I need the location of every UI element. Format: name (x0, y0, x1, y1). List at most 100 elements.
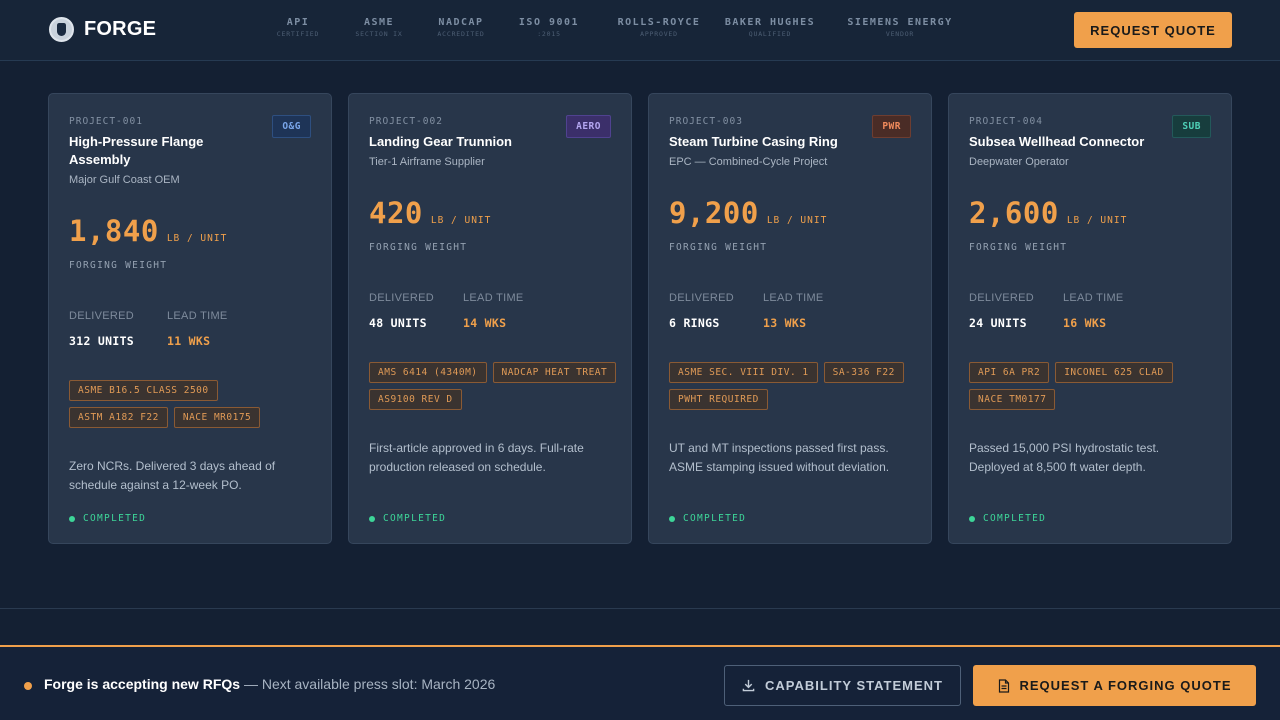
availability-detail: — Next available press slot: March 2026 (243, 676, 496, 692)
spec-chip: SA-336 F22 (823, 362, 904, 383)
cert-name: BAKER HUGHES (724, 17, 816, 28)
project-id: PROJECT-002 (369, 116, 443, 127)
cert-sub: SECTION IX (355, 30, 403, 38)
lead-time-value: 13 WKS (763, 316, 807, 330)
project-card[interactable]: PROJECT-002 AERO Landing Gear Trunnion T… (348, 93, 632, 544)
weight-unit: LB / UNIT (766, 215, 828, 226)
weight-unit: LB / UNIT (166, 233, 228, 244)
project-status: COMPLETED (969, 513, 1046, 524)
spec-list: ASME SEC. VIII DIV. 1 SA-336 F22 PWHT RE… (669, 362, 917, 410)
spec-chip: PWHT REQUIRED (669, 389, 768, 410)
cert-baker-hughes: BAKER HUGHES QUALIFIED (725, 17, 815, 38)
project-status: COMPLETED (69, 513, 146, 524)
forging-weight: 1,840 LB / UNIT (69, 214, 227, 248)
capability-statement-button[interactable]: CAPABILITY STATEMENT (724, 665, 961, 706)
lead-time-value: 11 WKS (167, 334, 211, 348)
lead-time-label: LEAD TIME (463, 292, 524, 304)
delivered-value: 48 UNITS (369, 316, 427, 330)
spec-chip: INCONEL 625 CLAD (1055, 362, 1173, 383)
project-status: COMPLETED (669, 513, 746, 524)
cert-asme: ASME SECTION IX (355, 17, 402, 38)
spec-list: AMS 6414 (4340M) NADCAP HEAT TREAT AS910… (369, 362, 617, 410)
project-card[interactable]: PROJECT-003 PWR Steam Turbine Casing Rin… (648, 93, 932, 544)
delivered-label: DELIVERED (369, 292, 435, 304)
cert-name: ISO 9001 (518, 17, 580, 28)
project-title: Landing Gear Trunnion (369, 134, 512, 149)
cert-sub: :2015 (537, 30, 561, 38)
project-card[interactable]: PROJECT-001 O&G High-Pressure Flange Ass… (48, 93, 332, 544)
cert-rolls-royce: ROLLS-ROYCE APPROVED (618, 17, 701, 38)
project-note: Passed 15,000 PSI hydrostatic test. Depl… (969, 441, 1160, 474)
availability-headline: Forge is accepting new RFQs (44, 676, 241, 692)
status-text: COMPLETED (383, 513, 447, 524)
industry-tag: O&G (272, 115, 311, 138)
delivered-value: 24 UNITS (969, 316, 1027, 330)
cert-name: ASME (363, 17, 395, 28)
lead-time-label: LEAD TIME (167, 310, 228, 322)
status-dot-icon (369, 515, 375, 522)
project-cards: PROJECT-001 O&G High-Pressure Flange Ass… (48, 93, 1232, 544)
cert-sub: APPROVED (640, 30, 678, 38)
spec-list: API 6A PR2 INCONEL 625 CLAD NACE TM0177 (969, 362, 1217, 410)
lead-time-value: 16 WKS (1063, 316, 1107, 330)
spec-chip: AS9100 REV D (369, 389, 462, 410)
weight-label: FORGING WEIGHT (69, 260, 168, 271)
cert-nadcap: NADCAP ACCREDITED (437, 17, 484, 38)
delivered-label: DELIVERED (969, 292, 1035, 304)
spec-chip: ASTM A182 F22 (69, 407, 168, 428)
weight-value: 2,600 (969, 196, 1059, 230)
status-dot-icon (69, 515, 75, 522)
project-client: Major Gulf Coast OEM (69, 174, 180, 186)
delivered-label: DELIVERED (669, 292, 735, 304)
industry-tag: AERO (566, 115, 611, 138)
project-id: PROJECT-003 (669, 116, 743, 127)
weight-value: 1,840 (69, 214, 159, 248)
cert-name: NADCAP (438, 17, 484, 28)
project-note: First-article approved in 6 days. Full-r… (369, 441, 584, 474)
cert-name: SIEMENS ENERGY (847, 17, 953, 28)
weight-value: 9,200 (669, 196, 759, 230)
section-divider (0, 608, 1280, 609)
lead-time-label: LEAD TIME (763, 292, 824, 304)
industry-tag: PWR (872, 115, 911, 138)
project-id: PROJECT-004 (969, 116, 1043, 127)
rfq-footer-bar: Forge is accepting new RFQs — Next avail… (0, 645, 1280, 720)
project-client: Tier-1 Airframe Supplier (369, 156, 485, 168)
lead-time-label: LEAD TIME (1063, 292, 1124, 304)
weight-unit: LB / UNIT (430, 215, 492, 226)
lead-time-value: 14 WKS (463, 316, 507, 330)
spec-chip: NACE MR0175 (173, 407, 261, 428)
project-id: PROJECT-001 (69, 116, 143, 127)
spec-chip: AMS 6414 (4340M) (369, 362, 487, 383)
status-dot-icon (969, 515, 975, 522)
request-quote-button[interactable]: REQUEST QUOTE (1074, 12, 1232, 48)
weight-label: FORGING WEIGHT (369, 242, 468, 253)
spec-chip: API 6A PR2 (969, 362, 1050, 383)
weight-value: 420 (369, 196, 423, 230)
spec-chip: ASME B16.5 CLASS 2500 (69, 380, 218, 401)
project-card[interactable]: PROJECT-004 SUB Subsea Wellhead Connecto… (948, 93, 1232, 544)
cert-sub: VENDOR (885, 30, 915, 38)
status-dot-icon (669, 515, 675, 522)
cert-sub: QUALIFIED (748, 30, 792, 38)
project-title: High-Pressure Flange Assembly (69, 134, 204, 167)
availability-message: Forge is accepting new RFQs — Next avail… (44, 676, 495, 692)
project-note: UT and MT inspections passed first pass.… (669, 441, 890, 474)
status-text: COMPLETED (683, 513, 747, 524)
project-note: Zero NCRs. Delivered 3 days ahead of sch… (69, 459, 276, 492)
cert-sub: ACCREDITED (437, 30, 485, 38)
project-client: Deepwater Operator (969, 156, 1069, 168)
spec-chip: ASME SEC. VIII DIV. 1 (669, 362, 818, 383)
weight-label: FORGING WEIGHT (969, 242, 1068, 253)
project-client: EPC — Combined-Cycle Project (669, 156, 828, 168)
status-text: COMPLETED (983, 513, 1047, 524)
weight-unit: LB / UNIT (1066, 215, 1128, 226)
spec-chip: NACE TM0177 (969, 389, 1056, 410)
spec-chip: NADCAP HEAT TREAT (492, 362, 617, 383)
spec-list: ASME B16.5 CLASS 2500 ASTM A182 F22 NACE… (69, 380, 317, 428)
request-forging-quote-button[interactable]: REQUEST A FORGING QUOTE (973, 665, 1256, 706)
industry-tag: SUB (1172, 115, 1211, 138)
cert-name: ROLLS-ROYCE (617, 17, 701, 28)
delivered-value: 312 UNITS (69, 334, 135, 348)
download-icon (742, 679, 755, 692)
